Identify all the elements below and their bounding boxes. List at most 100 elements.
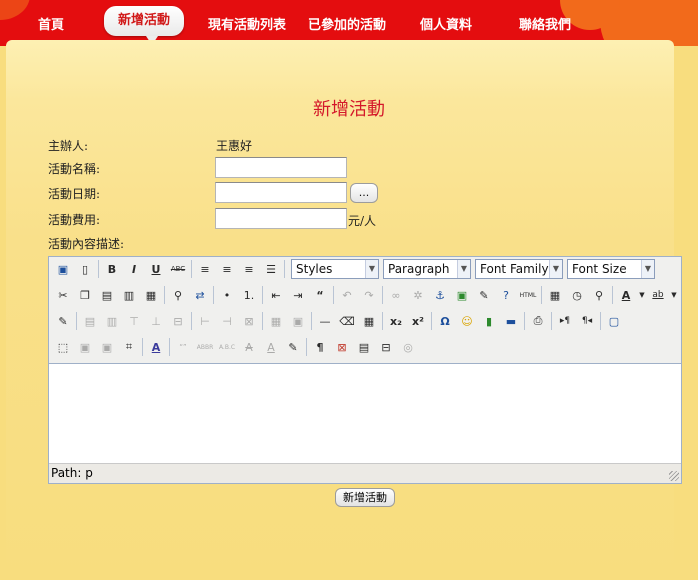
special-char-icon[interactable]: Ω: [435, 311, 455, 331]
paste-text-icon[interactable]: ▥: [119, 285, 139, 305]
cite-icon[interactable]: “”: [173, 337, 193, 357]
ltr-icon[interactable]: ▸¶: [555, 311, 575, 331]
blockquote-icon[interactable]: “: [310, 285, 330, 305]
preview-icon[interactable]: ⚲: [589, 285, 609, 305]
copy-icon[interactable]: ❐: [75, 285, 95, 305]
page-title: 新增活動: [313, 99, 385, 120]
remove-format-icon[interactable]: ⌫: [337, 311, 357, 331]
nav-new-event[interactable]: 新增活動: [104, 6, 185, 45]
highlight-color-icon[interactable]: ab: [648, 285, 668, 305]
subscript-icon[interactable]: x₂: [386, 311, 406, 331]
table-cell-props-icon[interactable]: ▥: [102, 311, 122, 331]
cut-icon[interactable]: ✂: [53, 285, 73, 305]
font-size-select[interactable]: Font Size ▼: [567, 259, 655, 279]
horizontal-rule-icon[interactable]: —: [315, 311, 335, 331]
insert-time-icon[interactable]: ◷: [567, 285, 587, 305]
event-fee-input[interactable]: [215, 208, 347, 229]
attributes-icon[interactable]: ✎: [283, 337, 303, 357]
merge-cells-icon[interactable]: ▣: [288, 311, 308, 331]
abbreviation-icon[interactable]: ABBR: [195, 337, 215, 357]
insertion-icon[interactable]: A: [261, 337, 281, 357]
cleanup-icon[interactable]: ✎: [474, 285, 494, 305]
col-after-icon[interactable]: ⊣: [217, 311, 237, 331]
link-icon[interactable]: ∞: [386, 285, 406, 305]
template-icon[interactable]: ▤: [354, 337, 374, 357]
superscript-icon[interactable]: x²: [408, 311, 428, 331]
nav-contact[interactable]: 聯絡我們: [519, 14, 571, 33]
pagebreak-icon[interactable]: ⊟: [376, 337, 396, 357]
advanced-hr-icon[interactable]: ▬: [501, 311, 521, 331]
outdent-icon[interactable]: ⇤: [266, 285, 286, 305]
insert-date-icon[interactable]: ▦: [545, 285, 565, 305]
chevron-down-icon[interactable]: ▼: [638, 285, 646, 305]
text-color-icon[interactable]: A: [616, 285, 636, 305]
date-picker-button[interactable]: ...: [350, 183, 378, 203]
submit-button[interactable]: 新增活動: [335, 488, 395, 507]
table-row-props-icon[interactable]: ▤: [80, 311, 100, 331]
rtl-icon[interactable]: ¶◂: [577, 311, 597, 331]
fullscreen-icon[interactable]: ▢: [604, 311, 624, 331]
replace-icon[interactable]: ⇄: [190, 285, 210, 305]
editor-content-area[interactable]: [49, 363, 681, 464]
image-icon[interactable]: ▣: [452, 285, 472, 305]
move-forward-icon[interactable]: ▣: [75, 337, 95, 357]
anchor-icon[interactable]: ⚓: [430, 285, 450, 305]
find-icon[interactable]: ⚲: [168, 285, 188, 305]
split-cells-icon[interactable]: ▦: [266, 311, 286, 331]
format-select[interactable]: Paragraph ▼: [383, 259, 471, 279]
html-source-icon[interactable]: HTML: [518, 285, 538, 305]
styles-select[interactable]: Styles ▼: [291, 259, 379, 279]
unlink-icon[interactable]: ✲: [408, 285, 428, 305]
event-date-label: 活動日期:: [48, 187, 101, 201]
nonbreaking-icon[interactable]: ⊠: [332, 337, 352, 357]
visual-chars-icon[interactable]: ¶: [310, 337, 330, 357]
align-center-icon[interactable]: ≡: [217, 259, 237, 279]
numbered-list-icon[interactable]: 1.: [239, 285, 259, 305]
print-icon[interactable]: ⎙: [528, 311, 548, 331]
absolute-position-icon[interactable]: ⌗: [119, 337, 139, 357]
save-icon[interactable]: ▣: [53, 259, 73, 279]
toolbar-group: ▣ ▯ B I U ABC ≡ ≡ ≡ ☰: [53, 259, 288, 279]
help-icon[interactable]: ?: [496, 285, 516, 305]
acronym-icon[interactable]: A.B.C: [217, 337, 237, 357]
redo-icon[interactable]: ↷: [359, 285, 379, 305]
bullet-list-icon[interactable]: •: [217, 285, 237, 305]
insert-layer-icon[interactable]: ⬚: [53, 337, 73, 357]
restore-draft-icon[interactable]: ◎: [398, 337, 418, 357]
nav-home[interactable]: 首頁: [38, 14, 64, 33]
col-before-icon[interactable]: ⊢: [195, 311, 215, 331]
visual-aid-icon[interactable]: ▦: [359, 311, 379, 331]
deletion-icon[interactable]: A: [239, 337, 259, 357]
move-backward-icon[interactable]: ▣: [97, 337, 117, 357]
row-after-icon[interactable]: ⊥: [146, 311, 166, 331]
toolbar-separator: [142, 338, 143, 356]
new-document-icon[interactable]: ▯: [75, 259, 95, 279]
row-before-icon[interactable]: ⊤: [124, 311, 144, 331]
paste-icon[interactable]: ▤: [97, 285, 117, 305]
event-date-input[interactable]: [215, 182, 347, 203]
organizer-value: 王惠好: [216, 139, 253, 153]
nav-event-list[interactable]: 現有活動列表: [208, 14, 286, 33]
delete-row-icon[interactable]: ⊟: [168, 311, 188, 331]
indent-icon[interactable]: ⇥: [288, 285, 308, 305]
nav-profile[interactable]: 個人資料: [420, 14, 472, 33]
font-family-select[interactable]: Font Family ▼: [475, 259, 563, 279]
chevron-down-icon[interactable]: ▼: [670, 285, 678, 305]
align-justify-icon[interactable]: ☰: [261, 259, 281, 279]
styleprops-icon[interactable]: A: [146, 337, 166, 357]
align-right-icon[interactable]: ≡: [239, 259, 259, 279]
bold-icon[interactable]: B: [102, 259, 122, 279]
underline-icon[interactable]: U: [146, 259, 166, 279]
paste-word-icon[interactable]: ▦: [141, 285, 161, 305]
align-left-icon[interactable]: ≡: [195, 259, 215, 279]
media-icon[interactable]: ▮: [479, 311, 499, 331]
undo-icon[interactable]: ↶: [337, 285, 357, 305]
italic-icon[interactable]: I: [124, 259, 144, 279]
table-icon[interactable]: ✎: [53, 311, 73, 331]
event-name-input[interactable]: [215, 157, 347, 178]
resize-handle[interactable]: [669, 471, 679, 481]
strikethrough-icon[interactable]: ABC: [168, 259, 188, 279]
emoticon-icon[interactable]: ☺: [457, 311, 477, 331]
nav-joined-events[interactable]: 已參加的活動: [308, 14, 386, 33]
delete-col-icon[interactable]: ⊠: [239, 311, 259, 331]
